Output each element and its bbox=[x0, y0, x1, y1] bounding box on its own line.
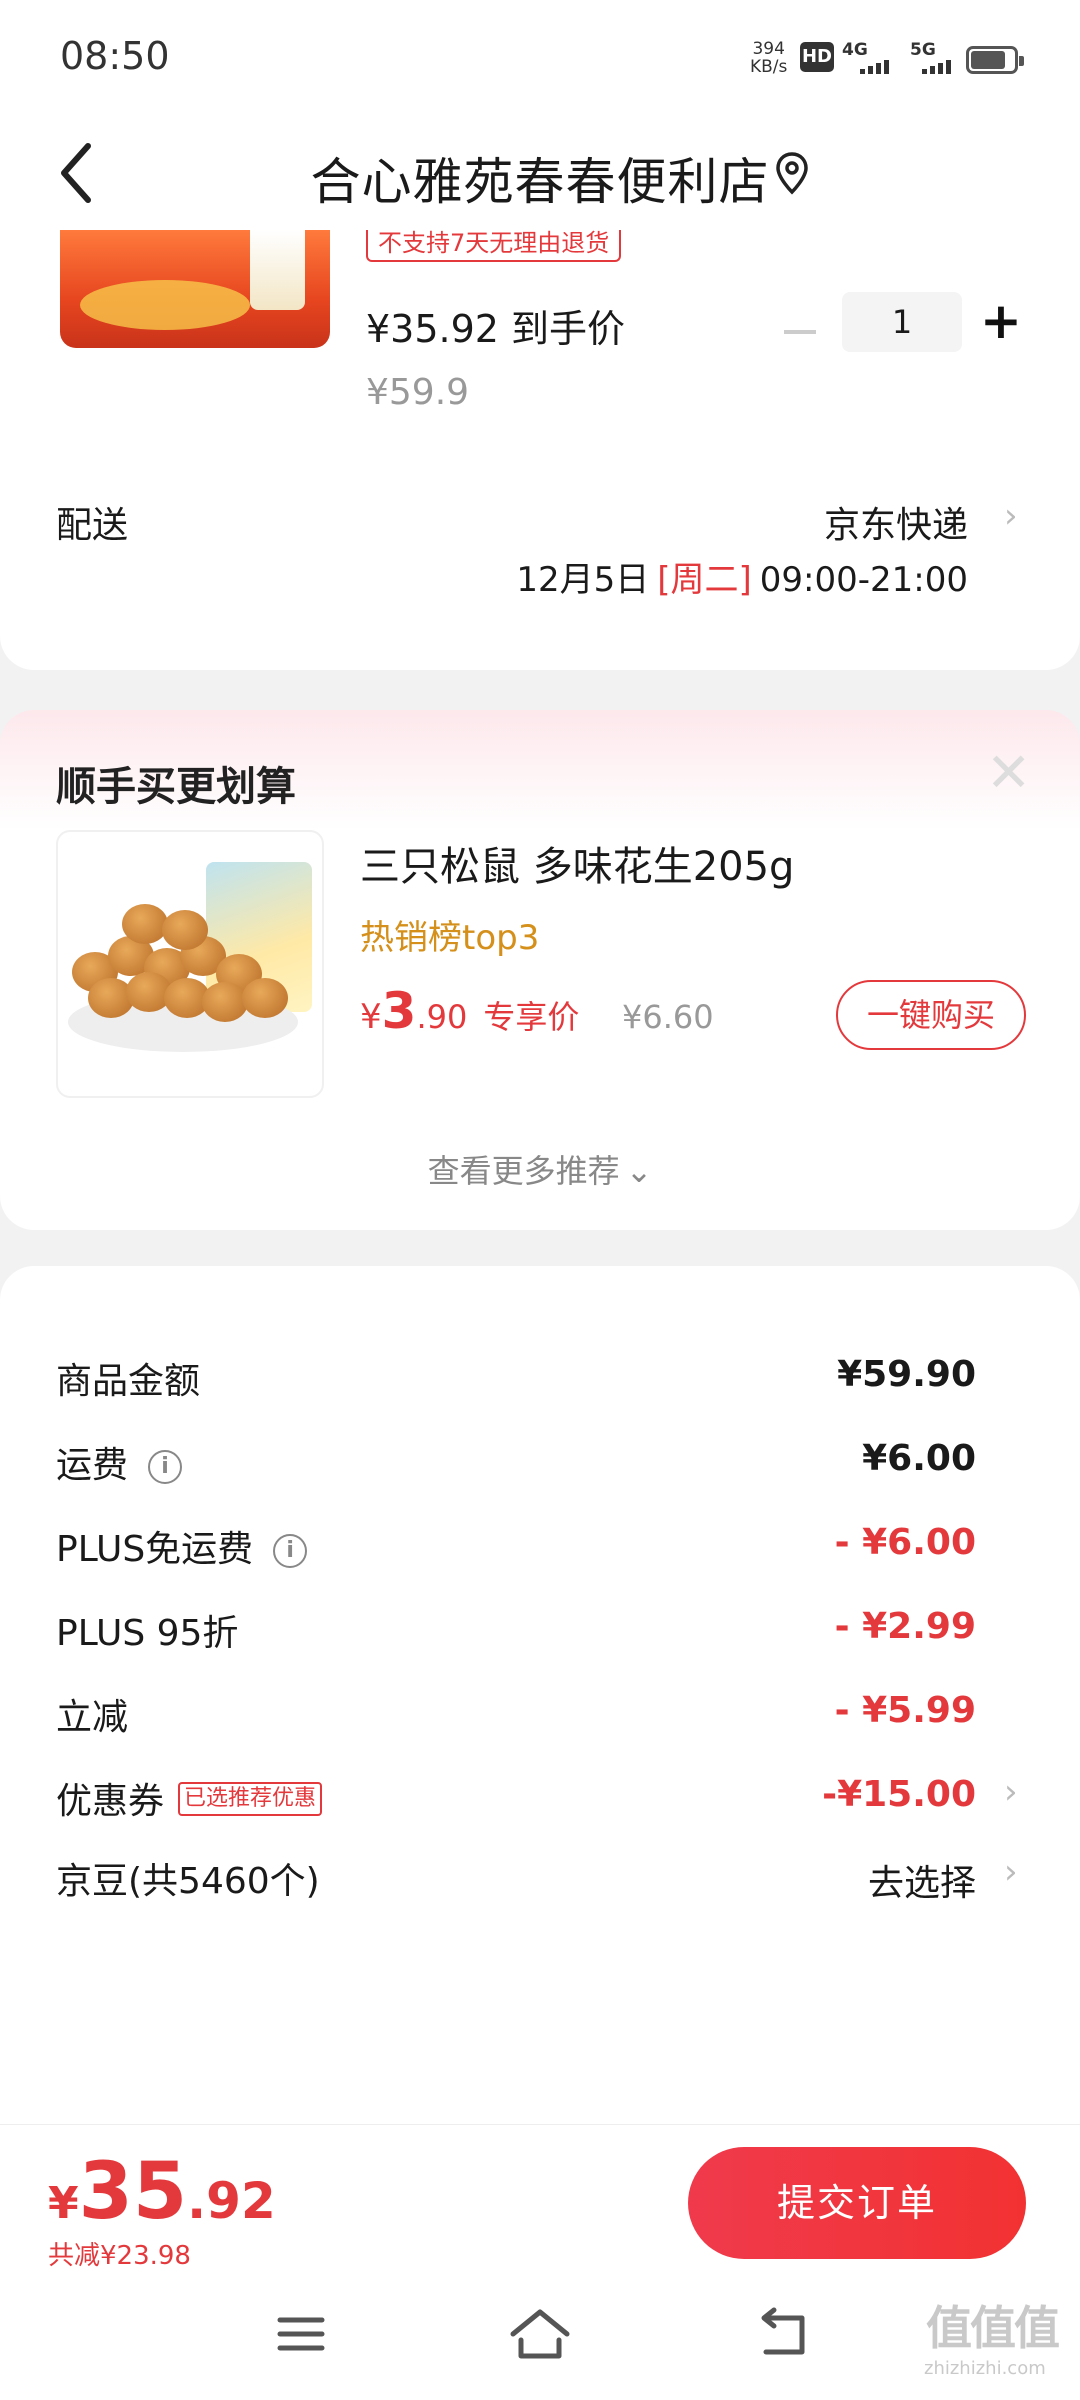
price-label: 专享价 bbox=[483, 998, 580, 1036]
info-icon[interactable]: i bbox=[273, 1534, 308, 1568]
watermark-text: zhizhizhi.com bbox=[924, 2358, 1046, 2379]
quantity-input[interactable]: 1 bbox=[842, 292, 962, 352]
coupon-tag: 已选推荐优惠 bbox=[178, 1782, 323, 1816]
recommend-title: 顺手买更划算 bbox=[56, 764, 296, 810]
coupon-value[interactable]: -¥15.00 bbox=[822, 1774, 976, 1815]
jingdou-select[interactable]: 去选择 bbox=[868, 1854, 976, 1906]
more-recommend-link[interactable]: 查看更多推荐 ⌄ bbox=[0, 1146, 1080, 1192]
product-original-price: ¥59.9 bbox=[366, 372, 470, 413]
summary-row-label: PLUS 95折 bbox=[56, 1613, 239, 1654]
price-summary-card: 商品金额 ¥59.90 运费 i ¥6.00 PLUS免运费 i - ¥6.00 P… bbox=[0, 1266, 1080, 2266]
delivery-weekday: [周二] bbox=[657, 560, 752, 600]
delivery-date: 12月5日 bbox=[516, 560, 650, 600]
signal-4g-label: 4G bbox=[842, 40, 868, 60]
summary-row-value: - ¥2.99 bbox=[834, 1606, 976, 1647]
price-symbol: ¥ bbox=[360, 997, 382, 1037]
plus-free-shipping-label: PLUS免运费 bbox=[56, 1529, 254, 1570]
signal-4g-icon bbox=[860, 60, 889, 74]
more-recommend-label: 查看更多推荐 bbox=[427, 1152, 620, 1190]
total-currency: ¥ bbox=[48, 2178, 79, 2229]
recommend-card: 顺手买更划算 ✕ 三只松鼠 多味花生205g 热销榜top3 ¥3.90 专享价 … bbox=[0, 710, 1080, 1230]
nav-header: 合心雅苑春春便利店 bbox=[0, 120, 1080, 230]
summary-row-value: - ¥6.00 bbox=[834, 1522, 976, 1563]
order-item-card: 不支持7天无理由退货 ¥35.92 到手价 ¥59.9 1 + 配送 京东快递 … bbox=[0, 230, 1080, 670]
quantity-increase-button[interactable]: + bbox=[980, 296, 1022, 346]
network-speed: 394 KB/s bbox=[750, 40, 787, 76]
recommend-product-name[interactable]: 三只松鼠 多味花生205g bbox=[360, 834, 794, 892]
network-speed-unit: KB/s bbox=[750, 57, 788, 77]
info-icon[interactable]: i bbox=[148, 1450, 183, 1484]
watermark-logo: 值值值 bbox=[926, 2301, 1060, 2355]
one-click-buy-button[interactable]: 一键购买 bbox=[836, 980, 1026, 1050]
summary-row-value: - ¥5.99 bbox=[834, 1690, 976, 1731]
summary-row-label: 商品金额 bbox=[56, 1361, 201, 1402]
product-final-price: ¥35.92 到手价 bbox=[366, 307, 626, 351]
summary-row-value: ¥59.90 bbox=[837, 1354, 976, 1395]
status-bar: 08:50 394 KB/s HD 4G 5G bbox=[0, 0, 1080, 120]
back-icon[interactable] bbox=[746, 2304, 816, 2364]
price-dec: .90 bbox=[416, 998, 468, 1036]
submit-order-button[interactable]: 提交订单 bbox=[688, 2147, 1026, 2259]
jingdou-row[interactable]: 京豆(共5460个) bbox=[56, 1852, 320, 1904]
delivery-time-range: 09:00-21:00 bbox=[759, 560, 968, 600]
close-icon[interactable]: ✕ bbox=[986, 746, 1031, 800]
battery-icon bbox=[966, 46, 1024, 74]
total-int: 35 bbox=[78, 2147, 188, 2237]
coupon-label: 优惠券 bbox=[56, 1781, 165, 1822]
price-int: 3 bbox=[381, 982, 417, 1040]
home-icon[interactable] bbox=[505, 2304, 575, 2364]
hd-icon: HD bbox=[800, 42, 834, 72]
recommend-price: ¥3.90 专享价 bbox=[360, 982, 579, 1040]
coupon-row[interactable]: 优惠券 已选推荐优惠 bbox=[56, 1772, 323, 1824]
chevron-right-icon[interactable]: › bbox=[1004, 496, 1018, 536]
network-speed-value: 394 bbox=[752, 39, 785, 59]
total-saved: 共减¥23.98 bbox=[48, 2241, 191, 2271]
quantity-decrease-button[interactable] bbox=[784, 330, 816, 334]
signal-5g-icon bbox=[922, 60, 951, 74]
shipping-label: 运费 bbox=[56, 1445, 129, 1486]
delivery-label: 配送 bbox=[56, 505, 129, 546]
menu-icon[interactable] bbox=[266, 2304, 336, 2364]
total-price: ¥35.92 bbox=[48, 2147, 276, 2237]
signal-5g-label: 5G bbox=[910, 40, 936, 60]
checkout-bar: ¥35.92 共减¥23.98 提交订单 bbox=[0, 2124, 1080, 2274]
chevron-right-icon[interactable]: › bbox=[1004, 1852, 1018, 1892]
product-image[interactable] bbox=[60, 230, 330, 348]
status-time: 08:50 bbox=[60, 34, 170, 78]
recommend-original-price: ¥6.60 bbox=[622, 998, 714, 1036]
summary-row-value: ¥6.00 bbox=[862, 1438, 976, 1479]
page-title: 合心雅苑春春便利店 bbox=[310, 153, 770, 211]
system-nav-bar: 值值值 zhizhizhi.com bbox=[0, 2274, 1080, 2400]
summary-row-label: PLUS免运费 i bbox=[56, 1520, 308, 1572]
summary-row-label: 立减 bbox=[56, 1697, 129, 1738]
recommend-product-image[interactable] bbox=[56, 830, 324, 1098]
total-dec: .92 bbox=[187, 2172, 276, 2230]
recommend-rank-badge: 热销榜top3 bbox=[360, 918, 540, 958]
location-pin-icon[interactable] bbox=[772, 150, 812, 198]
chevron-right-icon[interactable]: › bbox=[1004, 1772, 1018, 1812]
summary-row-label: 运费 i bbox=[56, 1436, 183, 1488]
chevron-down-icon: ⌄ bbox=[625, 1152, 653, 1190]
return-policy-tag: 不支持7天无理由退货 bbox=[366, 230, 622, 262]
delivery-time[interactable]: 12月5日 [周二] 09:00-21:00 bbox=[516, 552, 968, 601]
delivery-carrier[interactable]: 京东快递 bbox=[824, 496, 968, 548]
